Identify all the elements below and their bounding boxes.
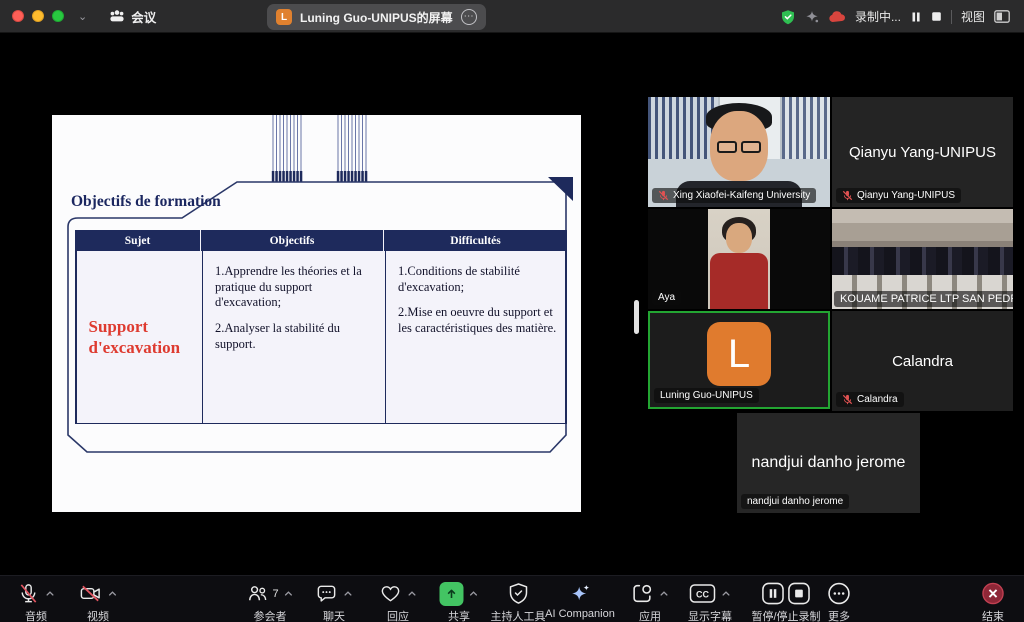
chat-button[interactable]: 聊天 xyxy=(315,581,353,622)
share-options-chevron-icon[interactable] xyxy=(469,590,479,597)
minimize-window-button[interactable] xyxy=(32,10,44,22)
audio-button[interactable]: 音频 xyxy=(17,581,55,622)
participants-icon xyxy=(246,582,269,605)
participant-tile-kouame[interactable]: KOUAME PATRICE LTP SAN PEDRO xyxy=(832,209,1013,309)
participant-tile-luning-active-speaker[interactable]: L Luning Guo-UNIPUS xyxy=(648,311,830,409)
muted-mic-icon xyxy=(842,190,853,201)
shared-screen-slide: Objectifs de formation Sujet Objectifs D… xyxy=(52,115,581,512)
people-group-icon xyxy=(109,9,125,23)
view-layout-icon[interactable] xyxy=(994,10,1010,23)
chat-bubble-icon xyxy=(315,582,338,605)
ai-companion-button[interactable]: AI Companion xyxy=(545,581,615,620)
apps-button[interactable]: 应用 xyxy=(631,581,669,622)
tab-title: Luning Guo-UNIPUS的屏幕 xyxy=(300,9,453,26)
recording-controls: 暂停/停止录制 xyxy=(751,581,820,622)
muted-mic-icon xyxy=(658,190,669,201)
close-window-button[interactable] xyxy=(12,10,24,22)
meeting-toolbar: 音频 视频 7 xyxy=(0,575,1024,622)
participant-name-label: Qianyu Yang-UNIPUS xyxy=(836,188,961,203)
window-controls xyxy=(12,10,64,22)
cell-difficultes: 1.Conditions de stabilité d'excavation; … xyxy=(385,251,569,423)
participant-name-label: nandjui danho jerome xyxy=(741,494,849,509)
tab-options-ellipsis-icon[interactable]: ⋯ xyxy=(461,9,477,25)
tab-app-icon: L xyxy=(276,9,292,25)
cell-sujet: Support d'excavation xyxy=(77,251,202,423)
stop-recording-button[interactable] xyxy=(788,582,811,605)
participant-name-label: Aya xyxy=(652,290,681,305)
cloud-recording-icon xyxy=(828,10,846,23)
reactions-options-chevron-icon[interactable] xyxy=(407,590,417,597)
participant-name-label: KOUAME PATRICE LTP SAN PEDRO xyxy=(834,291,1013,307)
participants-count: 7 xyxy=(272,588,278,600)
more-button[interactable]: 更多 xyxy=(828,581,851,622)
participant-tile-qianyu[interactable]: Qianyu Yang-UNIPUS Qianyu Yang-UNIPUS xyxy=(832,97,1013,207)
host-tools-button[interactable]: 主持人工具 xyxy=(491,581,546,622)
apps-icon xyxy=(631,582,654,605)
end-meeting-button[interactable]: 结束 xyxy=(982,581,1005,622)
share-icon xyxy=(440,582,464,606)
ai-companion-sparkle-icon xyxy=(568,582,592,605)
participant-name-label: Calandra xyxy=(836,392,904,407)
view-button-label[interactable]: 视图 xyxy=(961,8,985,25)
titlebar: ⌄ 会议 L Luning Guo-UNIPUS的屏幕 ⋯ xyxy=(0,0,1024,33)
participant-name-label: Luning Guo-UNIPUS xyxy=(654,388,759,403)
meeting-menu-label: 会议 xyxy=(131,7,156,26)
slide-table-header: Sujet Objectifs Difficultés xyxy=(75,230,567,251)
titlebar-chevron-down-icon[interactable]: ⌄ xyxy=(78,10,87,23)
recording-status-text: 录制中... xyxy=(855,8,901,25)
pause-recording-button[interactable] xyxy=(762,582,785,605)
slide-table: Sujet Objectifs Difficultés Support d'ex… xyxy=(75,230,567,424)
muted-mic-icon xyxy=(842,394,853,405)
titlebar-right-cluster: 录制中... 视图 xyxy=(780,0,1010,33)
video-options-chevron-icon[interactable] xyxy=(108,590,118,597)
fullscreen-window-button[interactable] xyxy=(52,10,64,22)
captions-button[interactable]: CC 显示字幕 xyxy=(688,581,732,622)
zoom-meeting-window: ⌄ 会议 L Luning Guo-UNIPUS的屏幕 ⋯ xyxy=(0,0,1024,622)
camera-muted-icon xyxy=(79,582,103,605)
header-objectifs: Objectifs xyxy=(200,230,383,251)
heart-reaction-icon xyxy=(379,582,402,605)
participant-tile-aya[interactable]: Aya xyxy=(648,209,830,309)
ai-sparkle-icon[interactable] xyxy=(805,10,819,24)
apps-options-chevron-icon[interactable] xyxy=(659,590,669,597)
pause-recording-icon[interactable] xyxy=(910,11,922,23)
meeting-main-area: Objectifs de formation Sujet Objectifs D… xyxy=(0,33,1024,575)
slide-table-body: Support d'excavation 1.Apprendre les thé… xyxy=(75,251,567,424)
avatar: L xyxy=(707,322,771,386)
panel-resize-handle[interactable] xyxy=(634,300,639,334)
more-ellipsis-icon xyxy=(828,582,851,605)
chat-options-chevron-icon[interactable] xyxy=(343,590,353,597)
shared-screen-tab[interactable]: L Luning Guo-UNIPUS的屏幕 ⋯ xyxy=(267,4,486,30)
meeting-menu[interactable]: 会议 xyxy=(109,7,156,26)
end-meeting-x-icon xyxy=(982,582,1005,605)
participant-tile-calandra[interactable]: Calandra Calandra xyxy=(832,311,1013,411)
header-sujet: Sujet xyxy=(75,230,200,251)
header-difficultes: Difficultés xyxy=(383,230,567,251)
captions-options-chevron-icon[interactable] xyxy=(721,590,731,597)
shield-icon xyxy=(507,582,529,605)
participants-options-chevron-icon[interactable] xyxy=(284,590,294,597)
slide-title: Objectifs de formation xyxy=(71,193,221,211)
participants-button[interactable]: 7 参会者 xyxy=(246,581,293,622)
participant-tile-xing[interactable]: Xing Xiaofei-Kaifeng University xyxy=(648,97,830,207)
stop-recording-icon[interactable] xyxy=(931,11,942,22)
participant-tile-nandjui[interactable]: nandjui danho jerome nandjui danho jerom… xyxy=(737,413,920,513)
share-screen-button[interactable]: 共享 xyxy=(440,581,479,622)
svg-text:CC: CC xyxy=(696,590,709,600)
video-button[interactable]: 视频 xyxy=(79,581,118,622)
participant-name-label: Xing Xiaofei-Kaifeng University xyxy=(652,188,816,203)
cell-objectifs: 1.Apprendre les théories et la pratique … xyxy=(202,251,385,423)
mic-muted-icon xyxy=(17,582,40,605)
cc-captions-icon: CC xyxy=(689,583,716,604)
audio-options-chevron-icon[interactable] xyxy=(45,590,55,597)
titlebar-divider xyxy=(951,10,952,24)
reactions-button[interactable]: 回应 xyxy=(379,581,417,622)
security-shield-icon[interactable] xyxy=(780,9,796,25)
